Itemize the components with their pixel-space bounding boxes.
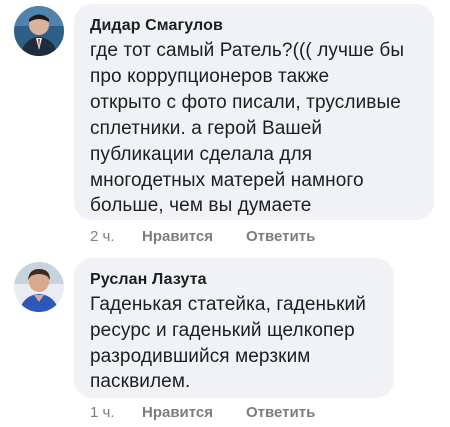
avatar-ruslan-image — [14, 262, 64, 312]
comment-actions: 2 ч. Нравится Ответить — [90, 228, 390, 248]
comment-text-line: больше, чем вы думаете — [90, 195, 312, 216]
comment-author[interactable]: Дидар Смагулов — [90, 17, 223, 35]
comment-text-line: Гаденькая статейка, гаденький — [90, 294, 366, 315]
comment-author[interactable]: Руслан Лазута — [90, 271, 207, 289]
comment-text-line: ресурс и гаденький щелкопер — [90, 320, 355, 341]
avatar-ruslan[interactable] — [14, 262, 64, 312]
comment-text-line: разродившийся мерзким — [90, 346, 311, 367]
comment-text-line: публикации сделала для — [90, 144, 313, 165]
comment-text-line: открыто с фото писали, трусливые — [90, 92, 401, 113]
comments-thread: Дидар Смагулов где тот самый Ратель?((( … — [0, 0, 450, 427]
comment-text-line: где тот самый Ратель?((( лучше бы — [90, 40, 405, 61]
comment-text-line: сплетники. а герой Вашей — [90, 118, 323, 139]
avatar-didar[interactable] — [14, 6, 64, 56]
like-button[interactable]: Нравится — [142, 404, 213, 421]
comment-text-line: пасквилем. — [90, 371, 191, 392]
avatar-didar-image — [14, 6, 64, 56]
reply-button[interactable]: Ответить — [246, 404, 315, 421]
comment-text-line: про коррупционеров также — [90, 66, 330, 87]
comment-text-line: многодетных матерей намного — [90, 170, 364, 191]
comment-time[interactable]: 2 ч. — [90, 228, 115, 245]
reply-button[interactable]: Ответить — [246, 228, 315, 245]
like-button[interactable]: Нравится — [142, 228, 213, 245]
comment-time[interactable]: 1 ч. — [90, 404, 115, 421]
comment-actions: 1 ч. Нравится Ответить — [90, 404, 390, 424]
